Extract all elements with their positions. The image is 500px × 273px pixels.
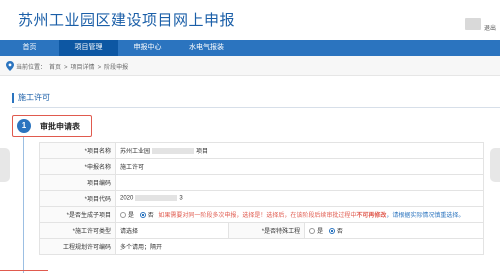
breadcrumb-home[interactable]: 首页 xyxy=(49,65,61,71)
permit-type-label: *施工许可类型 xyxy=(39,222,116,239)
declaration-name-label: *申报名称 xyxy=(39,158,116,175)
project-name-value-end: 项目 xyxy=(196,149,209,155)
scroll-right-handle[interactable] xyxy=(490,148,500,182)
breadcrumb-prefix: 当前位置： xyxy=(16,65,47,71)
project-code2-value-start: 2020 xyxy=(120,195,134,202)
application-form: *项目名称 苏州工业园 项目 *申报名称 施工许可 项目编码 *项目代码 2020… xyxy=(39,142,484,255)
redacted-text xyxy=(135,195,178,202)
radio-no[interactable] xyxy=(139,212,146,219)
redacted-text xyxy=(152,148,195,155)
breadcrumb-text: 当前位置： 首页 > 项目详情 > 阶段申报 xyxy=(16,62,131,71)
project-code2-value-end: 3 xyxy=(179,195,183,202)
special-yes-label: 是 xyxy=(317,229,324,235)
breadcrumb-separator: > xyxy=(64,65,68,71)
breadcrumb-separator: > xyxy=(97,65,102,71)
declaration-name-value: 施工许可 xyxy=(115,158,484,175)
radio-yes[interactable] xyxy=(120,212,126,219)
multi-stage-no-label: 否 xyxy=(147,213,154,219)
nav-item-home[interactable]: 首页 xyxy=(0,40,59,56)
multi-stage-warning-text: 如果需要对同一阶段多次申报，选择是！选择后，在该阶段后续审批过程中 xyxy=(158,213,357,219)
section-accent-bar xyxy=(12,93,14,103)
project-name-value: 苏州工业园 项目 xyxy=(115,142,484,159)
multi-stage-yes-label: 是 xyxy=(128,213,135,219)
step-number-badge: 1 xyxy=(17,119,31,133)
table-row: *项目名称 苏州工业园 项目 xyxy=(39,142,484,159)
nav-item-utilities[interactable]: 水电气报装 xyxy=(177,40,236,56)
plan-permit-input[interactable]: 多个请用；隔开 xyxy=(115,238,484,255)
table-row: *施工许可类型 请选择 *是否特殊工程 是 否 xyxy=(39,222,484,239)
step-label: 审批申请表 xyxy=(40,122,80,131)
site-title: 苏州工业园区建设项目网上申报 xyxy=(18,12,236,29)
special-project-label: *是否特殊工程 xyxy=(228,222,306,239)
project-code-label: 项目编码 xyxy=(39,174,116,191)
project-code2-label: *项目代码 xyxy=(39,190,116,207)
permit-type-select[interactable]: 请选择 xyxy=(114,222,230,239)
multi-stage-value: 是 否 如果需要对同一阶段多次申报，选择是！选择后，在该阶段后续审批过程中不可再… xyxy=(115,206,484,223)
multi-stage-warning-bold: 不可再修改 xyxy=(356,213,387,219)
special-no-label: 否 xyxy=(336,229,343,235)
logout-link[interactable]: 退出 xyxy=(484,23,496,32)
main-nav: 首页 项目管理 申报中心 水电气报装 xyxy=(0,40,500,56)
site-header: 苏州工业园区建设项目网上申报 退出 xyxy=(0,0,500,40)
table-row: 项目编码 xyxy=(39,174,484,191)
project-code2-value: 2020 3 xyxy=(115,190,484,207)
table-row: *项目代码 2020 3 xyxy=(39,190,484,207)
section-title: 施工许可 xyxy=(18,93,50,102)
step-timeline-line xyxy=(23,137,24,273)
table-row: *申报名称 施工许可 xyxy=(39,158,484,175)
user-avatar-icon[interactable] xyxy=(465,18,481,30)
radio-yes[interactable] xyxy=(309,228,316,235)
breadcrumb: 当前位置： 首页 > 项目详情 > 阶段申报 xyxy=(0,56,500,76)
project-name-label: *项目名称 xyxy=(39,142,116,159)
plan-permit-label: 工程规划许可编码 xyxy=(39,238,116,255)
nav-item-declaration-center[interactable]: 申报中心 xyxy=(118,40,177,56)
project-name-value-start: 苏州工业园 xyxy=(120,149,151,155)
scroll-left-handle[interactable] xyxy=(0,148,10,182)
multi-stage-label: *是否生成子项目 xyxy=(39,206,116,223)
map-pin-icon xyxy=(6,61,14,71)
breadcrumb-project-detail[interactable]: 项目详情 xyxy=(71,65,95,71)
multi-stage-note: ，请根据实际情况慎重选择。 xyxy=(386,213,465,219)
breadcrumb-stage-declaration: 阶段申报 xyxy=(104,65,129,71)
multi-stage-warning: 如果需要对同一阶段多次申报，选择是！选择后，在该阶段后续审批过程中不可再修改，请… xyxy=(158,213,464,219)
project-code-value xyxy=(115,174,484,191)
table-row: 工程规划许可编码 多个请用；隔开 xyxy=(39,238,484,255)
step-card[interactable]: 1 审批申请表 xyxy=(12,115,92,137)
nav-item-project-management[interactable]: 项目管理 xyxy=(59,40,118,56)
section-header: 施工许可 xyxy=(12,88,500,108)
table-row: *是否生成子项目 是 否 如果需要对同一阶段多次申报，选择是！选择后，在该阶段后… xyxy=(39,206,484,223)
special-project-value: 是 否 xyxy=(304,222,484,239)
radio-no[interactable] xyxy=(328,228,335,235)
